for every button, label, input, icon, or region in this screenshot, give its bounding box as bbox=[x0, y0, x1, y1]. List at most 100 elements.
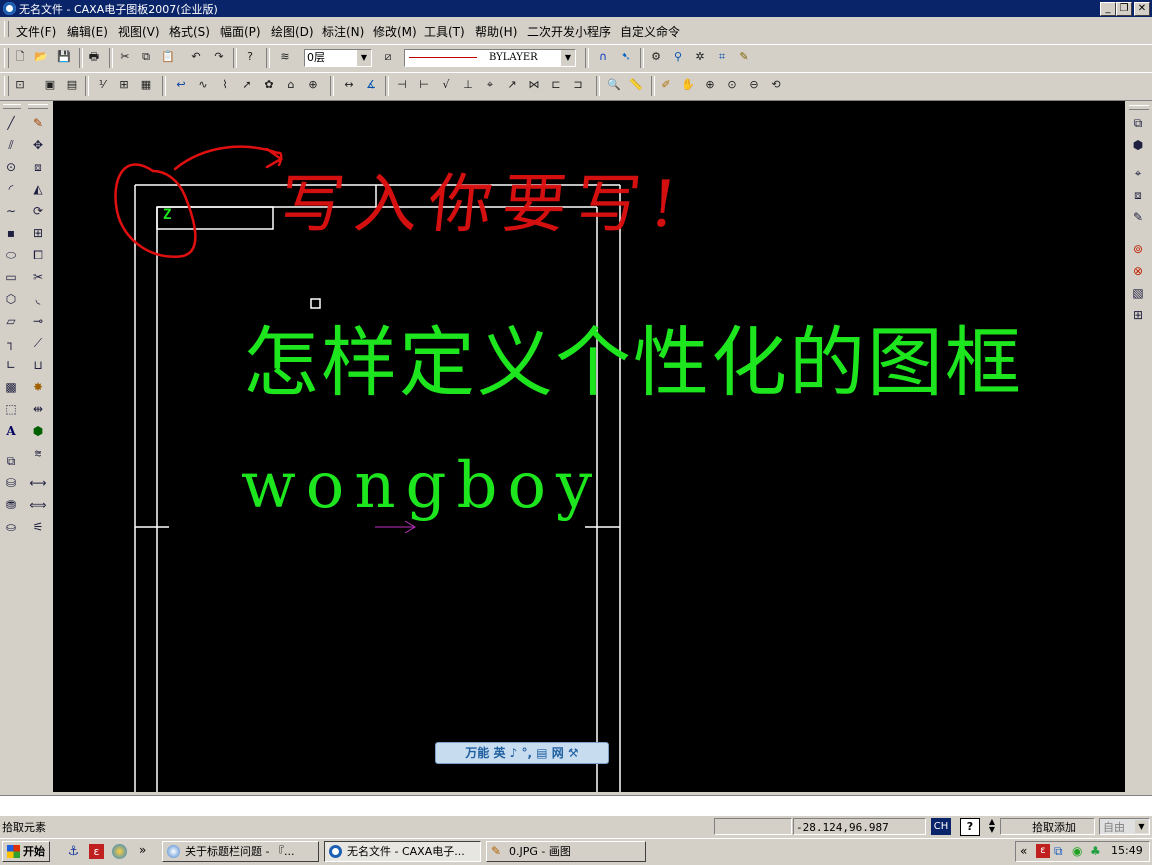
trim-icon[interactable]: ✂ bbox=[28, 267, 48, 287]
leader-icon[interactable]: ↗ bbox=[503, 76, 521, 94]
parts-number-icon[interactable]: ⅟ bbox=[93, 76, 111, 94]
command-line[interactable] bbox=[0, 795, 1152, 816]
arc-icon[interactable]: ◜ bbox=[1, 179, 21, 199]
redo-icon[interactable]: ↷ bbox=[210, 48, 228, 66]
task-paint[interactable]: ✎ 0.JPG - 画图 bbox=[486, 841, 646, 862]
linetype-select[interactable]: BYLAYER ▼ bbox=[404, 49, 576, 67]
view-tool-2-icon[interactable]: ⬢ bbox=[1128, 135, 1148, 155]
dim-tool-1-icon[interactable]: ⊣ bbox=[393, 76, 411, 94]
help-icon[interactable]: ? bbox=[960, 818, 980, 836]
rectangle-icon[interactable]: ▭ bbox=[1, 267, 21, 287]
copy-icon[interactable]: ⧉ bbox=[137, 48, 155, 66]
arrow-icon[interactable]: ➚ bbox=[238, 76, 256, 94]
properties-icon[interactable]: ⚙ bbox=[647, 48, 665, 66]
view-label-icon[interactable]: ⊐ bbox=[569, 76, 587, 94]
section-icon[interactable]: ⊏ bbox=[547, 76, 565, 94]
spline-icon[interactable]: ∼ bbox=[1, 201, 21, 221]
layer-change-icon[interactable]: ⩬ bbox=[28, 443, 48, 463]
paint-icon[interactable]: ✎ bbox=[735, 48, 753, 66]
fillet-icon[interactable]: ◟ bbox=[28, 289, 48, 309]
equidistant-icon[interactable]: ∟ bbox=[1, 355, 21, 375]
nut-icon[interactable]: ✿ bbox=[260, 76, 278, 94]
dim-edit-icon[interactable]: ⟷ bbox=[28, 473, 48, 493]
layer-icon[interactable]: ≋ bbox=[276, 48, 294, 66]
erase-icon[interactable]: ✎ bbox=[28, 113, 48, 133]
print-icon[interactable]: 🖶 bbox=[85, 48, 103, 66]
snap-icon[interactable]: ∩ bbox=[594, 48, 612, 66]
view-tool-1-icon[interactable]: ⧉ bbox=[1128, 113, 1148, 133]
view-tool-6-icon[interactable]: ⊚ bbox=[1128, 239, 1148, 259]
toolbar-grip[interactable] bbox=[4, 76, 9, 96]
library-manage-icon[interactable]: ⛃ bbox=[1, 495, 21, 515]
new-file-icon[interactable]: 🗋 bbox=[11, 48, 29, 66]
menu-tools[interactable]: 工具(T) bbox=[424, 23, 465, 40]
zoom-all-icon[interactable]: ⊡ bbox=[11, 76, 29, 94]
settings-icon[interactable]: ✲ bbox=[691, 48, 709, 66]
copy-select-icon[interactable]: ⧈ bbox=[28, 157, 48, 177]
line-icon[interactable]: ╱ bbox=[1, 113, 21, 133]
circle-icon[interactable]: ⊙ bbox=[1, 157, 21, 177]
array-icon[interactable]: ⊞ bbox=[28, 223, 48, 243]
tray-expand[interactable]: « bbox=[1020, 844, 1027, 858]
menu-draw[interactable]: 绘图(D) bbox=[271, 23, 314, 40]
cursor-icon[interactable]: ➷ bbox=[617, 48, 635, 66]
zoom-window-icon[interactable]: ⊕ bbox=[701, 76, 719, 94]
pencil-icon[interactable]: ✐ bbox=[657, 76, 675, 94]
menu-view[interactable]: 视图(V) bbox=[118, 23, 160, 40]
toolbar-grip[interactable] bbox=[28, 104, 48, 109]
polyline-icon[interactable]: ⏥ bbox=[1, 311, 21, 331]
pick-icon[interactable]: ⚟ bbox=[28, 517, 48, 537]
task-forum[interactable]: 关于标题栏问题 - 『... bbox=[162, 841, 319, 862]
view-tool-7-icon[interactable]: ⊗ bbox=[1128, 261, 1148, 281]
query-icon[interactable]: 🔍 bbox=[605, 76, 623, 94]
move-icon[interactable]: ✥ bbox=[28, 135, 48, 155]
close-button[interactable]: ✕ bbox=[1134, 2, 1150, 16]
pick-mode[interactable]: 拾取添加 bbox=[1000, 818, 1095, 835]
start-button[interactable]: 开始 bbox=[2, 841, 50, 862]
menu-help[interactable]: 帮助(H) bbox=[475, 23, 517, 40]
undo-icon[interactable]: ↶ bbox=[187, 48, 205, 66]
chevron-down-icon[interactable]: ▼ bbox=[1135, 820, 1148, 833]
tray-caxa-icon[interactable]: ε bbox=[1036, 844, 1050, 858]
table-icon[interactable]: ⊞ bbox=[115, 76, 133, 94]
maximize-button[interactable]: ❐ bbox=[1116, 2, 1132, 16]
ime-ch-badge[interactable]: CH bbox=[931, 818, 951, 835]
menu-grip[interactable] bbox=[4, 21, 9, 37]
quicklaunch-anchor-icon[interactable]: ⚓ bbox=[66, 844, 81, 859]
drawing-canvas[interactable]: Z 写入你要写! 怎样定义个性化的图框 wongboy 万能 英 ♪ °, ▤ … bbox=[53, 101, 1125, 792]
linear-dimension-icon[interactable]: ↔ bbox=[340, 76, 358, 94]
stretch-icon[interactable]: ⊔ bbox=[28, 355, 48, 375]
dim-break-icon[interactable]: ⟺ bbox=[28, 495, 48, 515]
paste-icon[interactable]: 📋 bbox=[159, 48, 177, 66]
menu-file[interactable]: 文件(F) bbox=[16, 23, 56, 40]
view-tool-3-icon[interactable]: ⌖ bbox=[1128, 163, 1148, 183]
spring-icon[interactable]: ⌇ bbox=[216, 76, 234, 94]
help-icon[interactable]: ? bbox=[241, 48, 259, 66]
polygon-icon[interactable]: ⬡ bbox=[1, 289, 21, 309]
view-tool-9-icon[interactable]: ⊞ bbox=[1128, 305, 1148, 325]
menu-modify[interactable]: 修改(M) bbox=[373, 23, 417, 40]
centerline-icon[interactable]: ┐ bbox=[1, 333, 21, 353]
view-tool-4-icon[interactable]: ⧈ bbox=[1128, 185, 1148, 205]
quicklaunch-caxa-icon[interactable]: ε bbox=[89, 844, 104, 859]
sheet-icon[interactable]: ▣ bbox=[41, 76, 59, 94]
grid-icon[interactable]: ⌗ bbox=[713, 48, 731, 66]
menu-format[interactable]: 格式(S) bbox=[169, 23, 210, 40]
quicklaunch-overflow[interactable]: » bbox=[139, 843, 146, 857]
angle-dimension-icon[interactable]: ∡ bbox=[362, 76, 380, 94]
point-icon[interactable]: ▪ bbox=[1, 223, 21, 243]
view-tool-5-icon[interactable]: ✎ bbox=[1128, 207, 1148, 227]
match-icon[interactable]: ⚲ bbox=[669, 48, 687, 66]
roughness-icon[interactable]: √ bbox=[437, 76, 455, 94]
menu-dimension[interactable]: 标注(N) bbox=[322, 23, 364, 40]
align-icon[interactable]: ⇹ bbox=[28, 399, 48, 419]
zoom-in-icon[interactable]: ⊙ bbox=[723, 76, 741, 94]
menu-custom-commands[interactable]: 自定义命令 bbox=[620, 23, 680, 40]
open-folder-icon[interactable]: 📂 bbox=[32, 48, 50, 66]
ellipse-icon[interactable]: ⬭ bbox=[1, 245, 21, 265]
text-icon[interactable]: A bbox=[1, 421, 21, 441]
library-settings-icon[interactable]: ⛀ bbox=[1, 517, 21, 537]
hatch-icon[interactable]: ▩ bbox=[1, 377, 21, 397]
break-icon[interactable]: ⟋ bbox=[28, 333, 48, 353]
library-icon[interactable]: ⛁ bbox=[1, 473, 21, 493]
